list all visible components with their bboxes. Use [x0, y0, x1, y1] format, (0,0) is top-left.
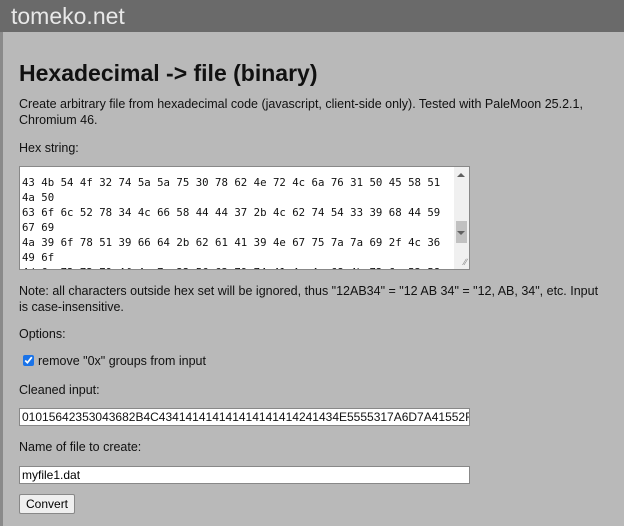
- page-title: Hexadecimal -> file (binary): [19, 60, 318, 86]
- content-panel: Hexadecimal -> file (binary) Create arbi…: [0, 32, 624, 526]
- options-label: Options:: [19, 327, 66, 341]
- hex-string-textarea[interactable]: [20, 167, 469, 269]
- scroll-down-icon[interactable]: [457, 231, 465, 235]
- cleaned-input-label: Cleaned input:: [19, 383, 100, 397]
- resize-grip-icon[interactable]: ∕∕: [464, 257, 467, 267]
- hex-string-field[interactable]: ∕∕: [19, 166, 470, 270]
- scrollbar[interactable]: [454, 167, 469, 269]
- cleaned-input-field[interactable]: 01015642353043682B4C43414141414141414141…: [19, 408, 470, 426]
- page-description: Create arbitrary file from hexadecimal c…: [19, 97, 583, 127]
- hex-string-label: Hex string:: [19, 141, 79, 155]
- note-text: Note: all characters outside hex set wil…: [19, 284, 599, 314]
- remove-0x-label[interactable]: remove "0x" groups from input: [38, 353, 206, 369]
- site-logo[interactable]: tomeko.net: [11, 2, 125, 30]
- filename-label: Name of file to create:: [19, 440, 142, 454]
- remove-0x-checkbox[interactable]: [23, 355, 34, 366]
- scroll-up-icon[interactable]: [457, 173, 465, 177]
- convert-button[interactable]: Convert: [19, 494, 76, 514]
- site-header: tomeko.net: [0, 0, 624, 32]
- filename-input[interactable]: [19, 466, 470, 484]
